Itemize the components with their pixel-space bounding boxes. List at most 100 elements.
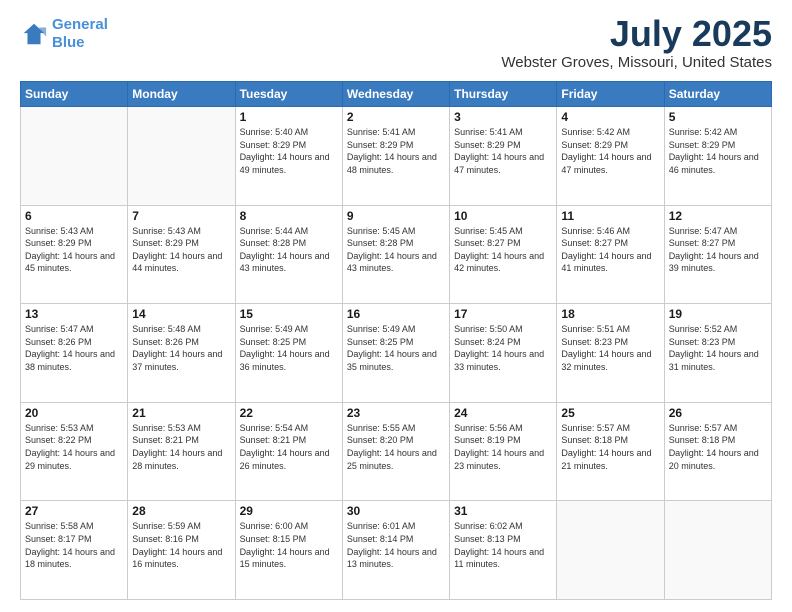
sunset-text: Sunset: 8:29 PM xyxy=(347,140,414,150)
sunset-text: Sunset: 8:23 PM xyxy=(669,337,736,347)
day-header-wednesday: Wednesday xyxy=(342,82,449,107)
day-info: Sunrise: 5:52 AM Sunset: 8:23 PM Dayligh… xyxy=(669,323,767,373)
calendar-cell: 9 Sunrise: 5:45 AM Sunset: 8:28 PM Dayli… xyxy=(342,205,449,304)
title-block: July 2025 Webster Groves, Missouri, Unit… xyxy=(501,16,772,71)
sunset-text: Sunset: 8:25 PM xyxy=(240,337,307,347)
sunset-text: Sunset: 8:22 PM xyxy=(25,435,92,445)
daylight-text: Daylight: 14 hours and 20 minutes. xyxy=(669,448,759,471)
day-info: Sunrise: 5:41 AM Sunset: 8:29 PM Dayligh… xyxy=(454,126,552,176)
day-info: Sunrise: 5:56 AM Sunset: 8:19 PM Dayligh… xyxy=(454,422,552,472)
calendar-cell: 31 Sunrise: 6:02 AM Sunset: 8:13 PM Dayl… xyxy=(450,501,557,600)
sunrise-text: Sunrise: 5:51 AM xyxy=(561,324,630,334)
day-number: 10 xyxy=(454,209,552,223)
day-number: 8 xyxy=(240,209,338,223)
sunset-text: Sunset: 8:28 PM xyxy=(347,238,414,248)
daylight-text: Daylight: 14 hours and 47 minutes. xyxy=(454,152,544,175)
page: General Blue July 2025 Webster Groves, M… xyxy=(0,0,792,612)
daylight-text: Daylight: 14 hours and 11 minutes. xyxy=(454,547,544,570)
daylight-text: Daylight: 14 hours and 45 minutes. xyxy=(25,251,115,274)
sunrise-text: Sunrise: 5:56 AM xyxy=(454,423,523,433)
day-number: 18 xyxy=(561,307,659,321)
daylight-text: Daylight: 14 hours and 25 minutes. xyxy=(347,448,437,471)
sunset-text: Sunset: 8:26 PM xyxy=(132,337,199,347)
logo-line1: General xyxy=(52,16,108,33)
calendar-cell: 30 Sunrise: 6:01 AM Sunset: 8:14 PM Dayl… xyxy=(342,501,449,600)
sunrise-text: Sunrise: 5:45 AM xyxy=(454,226,523,236)
calendar-table: SundayMondayTuesdayWednesdayThursdayFrid… xyxy=(20,81,772,600)
sunrise-text: Sunrise: 5:52 AM xyxy=(669,324,738,334)
daylight-text: Daylight: 14 hours and 13 minutes. xyxy=(347,547,437,570)
day-number: 29 xyxy=(240,504,338,518)
day-info: Sunrise: 5:47 AM Sunset: 8:27 PM Dayligh… xyxy=(669,225,767,275)
day-number: 6 xyxy=(25,209,123,223)
calendar-cell: 23 Sunrise: 5:55 AM Sunset: 8:20 PM Dayl… xyxy=(342,402,449,501)
sunset-text: Sunset: 8:14 PM xyxy=(347,534,414,544)
daylight-text: Daylight: 14 hours and 39 minutes. xyxy=(669,251,759,274)
sunrise-text: Sunrise: 5:49 AM xyxy=(240,324,309,334)
calendar-cell: 6 Sunrise: 5:43 AM Sunset: 8:29 PM Dayli… xyxy=(21,205,128,304)
header: General Blue July 2025 Webster Groves, M… xyxy=(20,16,772,71)
day-info: Sunrise: 5:49 AM Sunset: 8:25 PM Dayligh… xyxy=(240,323,338,373)
sunrise-text: Sunrise: 5:41 AM xyxy=(347,127,416,137)
calendar-cell: 11 Sunrise: 5:46 AM Sunset: 8:27 PM Dayl… xyxy=(557,205,664,304)
daylight-text: Daylight: 14 hours and 23 minutes. xyxy=(454,448,544,471)
day-number: 31 xyxy=(454,504,552,518)
sunset-text: Sunset: 8:29 PM xyxy=(240,140,307,150)
day-number: 20 xyxy=(25,406,123,420)
sunrise-text: Sunrise: 5:42 AM xyxy=(669,127,738,137)
sunset-text: Sunset: 8:17 PM xyxy=(25,534,92,544)
sunset-text: Sunset: 8:27 PM xyxy=(454,238,521,248)
day-info: Sunrise: 5:45 AM Sunset: 8:28 PM Dayligh… xyxy=(347,225,445,275)
sunset-text: Sunset: 8:21 PM xyxy=(240,435,307,445)
day-info: Sunrise: 5:43 AM Sunset: 8:29 PM Dayligh… xyxy=(25,225,123,275)
day-number: 24 xyxy=(454,406,552,420)
sunset-text: Sunset: 8:29 PM xyxy=(132,238,199,248)
day-info: Sunrise: 5:57 AM Sunset: 8:18 PM Dayligh… xyxy=(561,422,659,472)
calendar-cell: 29 Sunrise: 6:00 AM Sunset: 8:15 PM Dayl… xyxy=(235,501,342,600)
sunset-text: Sunset: 8:15 PM xyxy=(240,534,307,544)
day-info: Sunrise: 5:44 AM Sunset: 8:28 PM Dayligh… xyxy=(240,225,338,275)
calendar-cell: 12 Sunrise: 5:47 AM Sunset: 8:27 PM Dayl… xyxy=(664,205,771,304)
sunset-text: Sunset: 8:18 PM xyxy=(561,435,628,445)
day-info: Sunrise: 5:53 AM Sunset: 8:21 PM Dayligh… xyxy=(132,422,230,472)
sunrise-text: Sunrise: 5:50 AM xyxy=(454,324,523,334)
sunrise-text: Sunrise: 5:46 AM xyxy=(561,226,630,236)
calendar-cell: 13 Sunrise: 5:47 AM Sunset: 8:26 PM Dayl… xyxy=(21,304,128,403)
sunset-text: Sunset: 8:19 PM xyxy=(454,435,521,445)
daylight-text: Daylight: 14 hours and 48 minutes. xyxy=(347,152,437,175)
day-info: Sunrise: 5:42 AM Sunset: 8:29 PM Dayligh… xyxy=(669,126,767,176)
calendar-cell: 16 Sunrise: 5:49 AM Sunset: 8:25 PM Dayl… xyxy=(342,304,449,403)
day-number: 17 xyxy=(454,307,552,321)
day-number: 26 xyxy=(669,406,767,420)
sunset-text: Sunset: 8:29 PM xyxy=(669,140,736,150)
daylight-text: Daylight: 14 hours and 18 minutes. xyxy=(25,547,115,570)
day-header-thursday: Thursday xyxy=(450,82,557,107)
day-header-sunday: Sunday xyxy=(21,82,128,107)
daylight-text: Daylight: 14 hours and 46 minutes. xyxy=(669,152,759,175)
day-info: Sunrise: 5:57 AM Sunset: 8:18 PM Dayligh… xyxy=(669,422,767,472)
day-number: 28 xyxy=(132,504,230,518)
day-number: 19 xyxy=(669,307,767,321)
sunrise-text: Sunrise: 6:00 AM xyxy=(240,521,309,531)
sunrise-text: Sunrise: 5:44 AM xyxy=(240,226,309,236)
day-info: Sunrise: 5:53 AM Sunset: 8:22 PM Dayligh… xyxy=(25,422,123,472)
day-info: Sunrise: 5:42 AM Sunset: 8:29 PM Dayligh… xyxy=(561,126,659,176)
logo-text: General Blue xyxy=(52,16,108,52)
sunrise-text: Sunrise: 5:53 AM xyxy=(132,423,201,433)
calendar-cell: 17 Sunrise: 5:50 AM Sunset: 8:24 PM Dayl… xyxy=(450,304,557,403)
day-number: 3 xyxy=(454,110,552,124)
day-number: 13 xyxy=(25,307,123,321)
sunrise-text: Sunrise: 5:42 AM xyxy=(561,127,630,137)
sunrise-text: Sunrise: 5:41 AM xyxy=(454,127,523,137)
logo-icon xyxy=(20,20,48,48)
daylight-text: Daylight: 14 hours and 47 minutes. xyxy=(561,152,651,175)
day-info: Sunrise: 6:02 AM Sunset: 8:13 PM Dayligh… xyxy=(454,520,552,570)
day-header-monday: Monday xyxy=(128,82,235,107)
sunset-text: Sunset: 8:23 PM xyxy=(561,337,628,347)
calendar-cell: 3 Sunrise: 5:41 AM Sunset: 8:29 PM Dayli… xyxy=(450,107,557,206)
daylight-text: Daylight: 14 hours and 35 minutes. xyxy=(347,349,437,372)
day-number: 21 xyxy=(132,406,230,420)
calendar-cell: 27 Sunrise: 5:58 AM Sunset: 8:17 PM Dayl… xyxy=(21,501,128,600)
logo-line2: Blue xyxy=(52,34,85,51)
calendar-cell: 4 Sunrise: 5:42 AM Sunset: 8:29 PM Dayli… xyxy=(557,107,664,206)
